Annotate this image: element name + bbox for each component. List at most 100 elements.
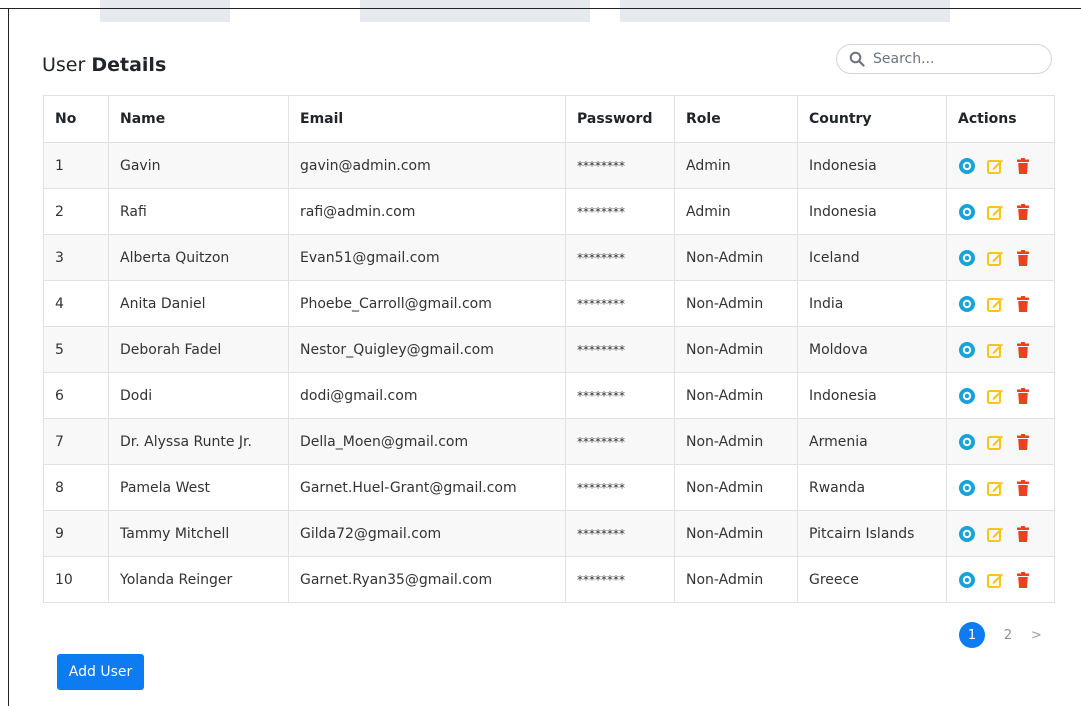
- delete-icon[interactable]: [1014, 157, 1032, 175]
- cell-no: 9: [43, 510, 109, 557]
- view-icon[interactable]: [958, 157, 976, 175]
- cell-email: gavin@admin.com: [288, 142, 566, 189]
- cell-role: Non-Admin: [674, 510, 798, 557]
- row-actions: [958, 249, 1043, 267]
- cell-country: India: [797, 280, 947, 327]
- edit-icon[interactable]: [986, 341, 1004, 359]
- row-actions: [958, 203, 1043, 221]
- delete-icon[interactable]: [1014, 295, 1032, 313]
- row-actions: [958, 157, 1043, 175]
- page-1-button[interactable]: 1: [959, 622, 985, 648]
- cell-no: 8: [43, 464, 109, 511]
- edit-icon[interactable]: [986, 571, 1004, 589]
- table-header-row: No Name Email Password Role Country Acti…: [43, 95, 1055, 143]
- delete-icon[interactable]: [1014, 479, 1032, 497]
- next-page-button[interactable]: >: [1031, 628, 1042, 643]
- delete-icon[interactable]: [1014, 249, 1032, 267]
- row-actions: [958, 387, 1043, 405]
- table-row: 3 Alberta Quitzon Evan51@gmail.com ********…: [43, 234, 1055, 281]
- search-box[interactable]: [836, 44, 1052, 74]
- cell-actions: [946, 234, 1055, 281]
- row-actions: [958, 433, 1043, 451]
- delete-icon[interactable]: [1014, 433, 1032, 451]
- cell-country: Rwanda: [797, 464, 947, 511]
- cell-name: Dr. Alyssa Runte Jr.: [108, 418, 289, 465]
- cell-name: Yolanda Reinger: [108, 556, 289, 603]
- edit-icon[interactable]: [986, 387, 1004, 405]
- edit-icon[interactable]: [986, 203, 1004, 221]
- users-table: No Name Email Password Role Country Acti…: [43, 95, 1055, 603]
- cell-password: ********: [565, 326, 675, 373]
- delete-icon[interactable]: [1014, 571, 1032, 589]
- view-icon[interactable]: [958, 433, 976, 451]
- cell-email: Phoebe_Carroll@gmail.com: [288, 280, 566, 327]
- delete-icon[interactable]: [1014, 341, 1032, 359]
- page-title: User Details: [42, 54, 166, 76]
- window-frame-left: [8, 8, 9, 706]
- cell-actions: [946, 464, 1055, 511]
- cell-actions: [946, 556, 1055, 603]
- table-row: 8 Pamela West Garnet.Huel-Grant@gmail.com *…: [43, 464, 1055, 511]
- window-frame-top: [0, 8, 1081, 9]
- cell-actions: [946, 142, 1055, 189]
- row-actions: [958, 341, 1043, 359]
- view-icon[interactable]: [958, 249, 976, 267]
- cell-role: Non-Admin: [674, 372, 798, 419]
- delete-icon[interactable]: [1014, 387, 1032, 405]
- row-actions: [958, 295, 1043, 313]
- page-2-button[interactable]: 2: [995, 622, 1021, 648]
- cell-country: Pitcairn Islands: [797, 510, 947, 557]
- view-icon[interactable]: [958, 295, 976, 313]
- table-row: 9 Tammy Mitchell Gilda72@gmail.com ********…: [43, 510, 1055, 557]
- view-icon[interactable]: [958, 479, 976, 497]
- cell-email: Garnet.Huel-Grant@gmail.com: [288, 464, 566, 511]
- cell-role: Non-Admin: [674, 234, 798, 281]
- edit-icon[interactable]: [986, 525, 1004, 543]
- cell-email: Garnet.Ryan35@gmail.com: [288, 556, 566, 603]
- edit-icon[interactable]: [986, 479, 1004, 497]
- cell-password: ********: [565, 372, 675, 419]
- cell-country: Iceland: [797, 234, 947, 281]
- cell-name: Pamela West: [108, 464, 289, 511]
- view-icon[interactable]: [958, 341, 976, 359]
- column-header-password: Password: [565, 95, 675, 143]
- cell-country: Indonesia: [797, 188, 947, 235]
- row-actions: [958, 479, 1043, 497]
- column-header-email: Email: [288, 95, 566, 143]
- view-icon[interactable]: [958, 203, 976, 221]
- edit-icon[interactable]: [986, 295, 1004, 313]
- edit-icon[interactable]: [986, 157, 1004, 175]
- search-input[interactable]: [871, 50, 1035, 68]
- cell-no: 3: [43, 234, 109, 281]
- cell-name: Tammy Mitchell: [108, 510, 289, 557]
- cell-role: Non-Admin: [674, 464, 798, 511]
- cell-password: ********: [565, 556, 675, 603]
- cell-country: Indonesia: [797, 142, 947, 189]
- cell-no: 2: [43, 188, 109, 235]
- delete-icon[interactable]: [1014, 525, 1032, 543]
- pagination: 1 2 >: [959, 622, 1042, 648]
- cell-no: 4: [43, 280, 109, 327]
- cell-country: Moldova: [797, 326, 947, 373]
- cell-email: Evan51@gmail.com: [288, 234, 566, 281]
- table-row: 10 Yolanda Reinger Garnet.Ryan35@gmail.com…: [43, 556, 1055, 603]
- cell-actions: [946, 510, 1055, 557]
- edit-icon[interactable]: [986, 249, 1004, 267]
- cell-name: Gavin: [108, 142, 289, 189]
- cell-password: ********: [565, 418, 675, 465]
- add-user-button[interactable]: Add User: [57, 654, 144, 690]
- cell-email: dodi@gmail.com: [288, 372, 566, 419]
- cell-email: Della_Moen@gmail.com: [288, 418, 566, 465]
- user-details-card: User Details No Name Email Password Role…: [20, 22, 1081, 706]
- view-icon[interactable]: [958, 571, 976, 589]
- cell-password: ********: [565, 188, 675, 235]
- view-icon[interactable]: [958, 525, 976, 543]
- edit-icon[interactable]: [986, 433, 1004, 451]
- cell-password: ********: [565, 464, 675, 511]
- delete-icon[interactable]: [1014, 203, 1032, 221]
- view-icon[interactable]: [958, 387, 976, 405]
- row-actions: [958, 525, 1043, 543]
- cell-name: Anita Daniel: [108, 280, 289, 327]
- cell-role: Non-Admin: [674, 418, 798, 465]
- cell-password: ********: [565, 142, 675, 189]
